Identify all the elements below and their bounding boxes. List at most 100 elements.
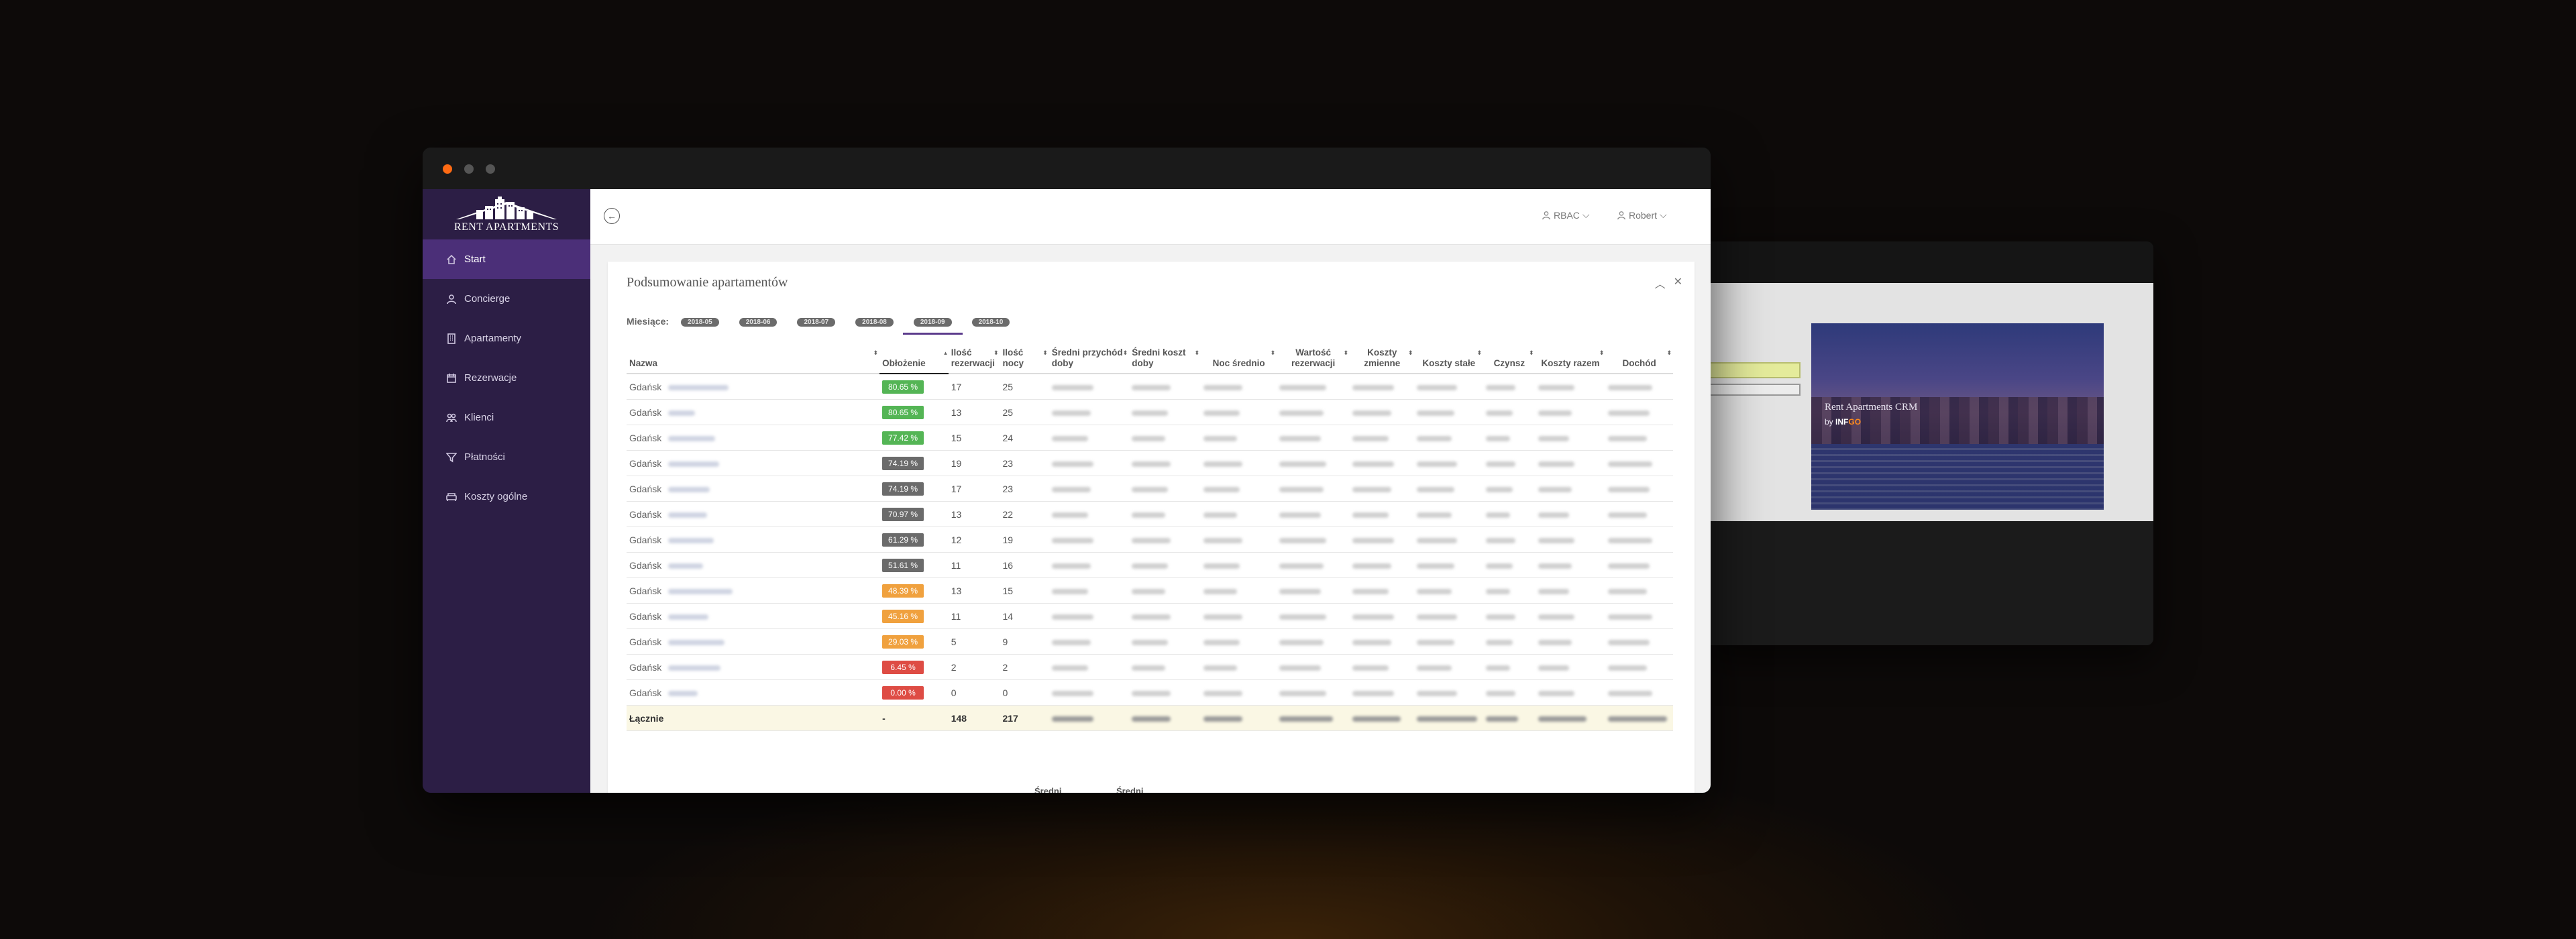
redacted-value <box>1352 690 1395 696</box>
month-tab-2018-08[interactable]: 2018-08 <box>855 318 894 327</box>
table-header-row: Nazwa ⬍ Obłożenie ▴ Ilość rezerwacji ⬍ Iloś… <box>627 347 1673 374</box>
redacted-value <box>1486 537 1516 543</box>
cell-redacted <box>1483 577 1536 604</box>
minimize-window-button[interactable] <box>464 164 474 174</box>
cell-oblozenie: 61.29 % <box>879 527 949 553</box>
redacted-value <box>1538 384 1574 390</box>
redacted-value <box>1352 537 1395 543</box>
col-header-nazwa[interactable]: Nazwa ⬍ <box>627 347 880 374</box>
user-menu[interactable]: Robert ⌵ <box>1617 209 1667 221</box>
city-label: Gdańsk <box>629 406 662 418</box>
cell-nazwa: Gdańsk <box>627 425 880 451</box>
occupancy-badge: 51.61 % <box>882 558 924 572</box>
cell-redacted <box>1483 425 1536 451</box>
redacted-value <box>1486 614 1516 620</box>
table-row[interactable]: Gdańsk 80.65 % 13 25 <box>627 399 1673 425</box>
col-header-koszty-stale[interactable]: Koszty stałe ⬍ <box>1414 347 1484 374</box>
close-window-button[interactable] <box>443 164 452 174</box>
occupancy-badge: 45.16 % <box>882 609 924 623</box>
col-header-sredni-przychod[interactable]: Średni przychód doby ⬍ <box>1049 347 1130 374</box>
calendar-icon <box>445 372 458 384</box>
cell-oblozenie: 74.19 % <box>879 476 949 502</box>
col-header-sredni-koszt[interactable]: Średni koszt doby ⬍ <box>1129 347 1201 374</box>
sidebar-item-concierge[interactable]: Concierge <box>423 279 590 319</box>
table-row[interactable]: Gdańsk 29.03 % 5 9 <box>627 628 1673 655</box>
people-icon <box>445 412 458 424</box>
cell-redacted <box>1535 501 1606 527</box>
cell-redacted <box>1350 527 1415 553</box>
rbac-menu[interactable]: RBAC ⌵ <box>1542 209 1590 221</box>
cell-redacted <box>1483 679 1536 706</box>
cell-redacted <box>1350 425 1415 451</box>
month-tab-2018-05[interactable]: 2018-05 <box>681 318 719 327</box>
redacted-apartment-name <box>668 665 721 671</box>
table-row[interactable]: Gdańsk 48.39 % 13 15 <box>627 577 1673 604</box>
sidebar-item-klienci[interactable]: Klienci <box>423 398 590 437</box>
sidebar-item-label: Concierge <box>464 293 511 305</box>
redacted-value <box>1417 665 1452 671</box>
table-row[interactable]: Gdańsk 74.19 % 17 23 <box>627 476 1673 502</box>
cell-noce: 23 <box>1000 476 1049 502</box>
col-header-oblozenie[interactable]: Obłożenie ▴ <box>879 347 949 374</box>
col-header-ilosc-rezerwacji[interactable]: Ilość rezerwacji ⬍ <box>948 347 1000 374</box>
cell-redacted <box>1414 374 1484 400</box>
table-row[interactable]: Gdańsk 70.97 % 13 22 <box>627 501 1673 527</box>
redacted-value <box>1417 690 1458 696</box>
cell-redacted <box>1201 552 1277 578</box>
collapse-icon[interactable]: ︿ <box>1655 275 1666 291</box>
brand-name: RENT APARTMENTS <box>453 221 559 233</box>
table-row[interactable]: Gdańsk 6.45 % 2 2 <box>627 654 1673 680</box>
redacted-value <box>1051 486 1091 492</box>
sidebar-item-platnosci[interactable]: Płatności <box>423 437 590 477</box>
input-bar <box>1704 384 1801 396</box>
sofa-icon <box>445 491 458 503</box>
col-header-noc-srednio[interactable]: Noc średnio ⬍ <box>1201 347 1277 374</box>
table-row[interactable]: Gdańsk 61.29 % 12 19 <box>627 527 1673 553</box>
cell-redacted <box>1350 705 1415 731</box>
col-header-koszty-zmienne[interactable]: Koszty zmienne ⬍ <box>1350 347 1415 374</box>
maximize-window-button[interactable] <box>486 164 495 174</box>
col-header-wartosc-rezerwacji[interactable]: Wartość rezerwacji ⬍ <box>1277 347 1350 374</box>
cell-oblozenie: 70.97 % <box>879 501 949 527</box>
cell-redacted <box>1535 705 1606 731</box>
sort-icon: ▴ <box>944 349 947 356</box>
cell-redacted <box>1129 425 1201 451</box>
table-row[interactable]: Gdańsk 51.61 % 11 16 <box>627 552 1673 578</box>
sidebar-item-label: Klienci <box>464 412 494 423</box>
redacted-value <box>1352 639 1392 645</box>
col-header-dochod[interactable]: Dochód ⬍ <box>1605 347 1673 374</box>
table-row[interactable]: Gdańsk 77.42 % 15 24 <box>627 425 1673 451</box>
sidebar-item-start[interactable]: Start <box>423 239 590 279</box>
redacted-apartment-name <box>668 461 720 467</box>
sort-icon: ⬍ <box>1194 349 1200 356</box>
arrow-left-icon: ← <box>607 211 616 221</box>
table-row[interactable]: Gdańsk 0.00 % 0 0 <box>627 679 1673 706</box>
brand-logo[interactable]: RENT APARTMENTS <box>423 189 590 239</box>
table-body: Gdańsk 80.65 % 17 25 Gdańsk 80.65 % 13 25 Gdańsk… <box>627 374 1673 731</box>
sidebar-item-koszty-ogolne[interactable]: Koszty ogólne <box>423 477 590 516</box>
redacted-value <box>1486 639 1513 645</box>
sidebar-item-label: Start <box>464 254 486 265</box>
table-row[interactable]: Gdańsk 74.19 % 19 23 <box>627 450 1673 476</box>
month-tab-2018-07[interactable]: 2018-07 <box>797 318 836 327</box>
redacted-value <box>1538 665 1569 671</box>
building-icon <box>445 333 458 345</box>
sidebar-item-rezerwacje[interactable]: Rezerwacje <box>423 358 590 398</box>
table-row[interactable]: Gdańsk 45.16 % 11 14 <box>627 603 1673 629</box>
cell-redacted <box>1414 705 1484 731</box>
sidebar-item-apartamenty[interactable]: Apartamenty <box>423 319 590 358</box>
month-tab-2018-10[interactable]: 2018-10 <box>971 318 1010 327</box>
col-header-ilosc-nocy[interactable]: Ilość nocy ⬍ <box>1000 347 1049 374</box>
table-row[interactable]: Gdańsk 80.65 % 17 25 <box>627 374 1673 400</box>
close-icon[interactable]: ✕ <box>1674 275 1682 291</box>
month-tab-2018-09[interactable]: 2018-09 <box>913 318 952 327</box>
cell-redacted <box>1350 476 1415 502</box>
col-header-czynsz[interactable]: Czynsz ⬍ <box>1483 347 1536 374</box>
col-header-koszty-razem[interactable]: Koszty razem ⬍ <box>1535 347 1606 374</box>
redacted-apartment-name <box>668 690 698 696</box>
back-button[interactable]: ← <box>604 208 620 224</box>
redacted-value <box>1132 537 1171 543</box>
cell-redacted <box>1605 628 1673 655</box>
month-tab-2018-06[interactable]: 2018-06 <box>739 318 777 327</box>
redacted-value <box>1352 435 1389 441</box>
